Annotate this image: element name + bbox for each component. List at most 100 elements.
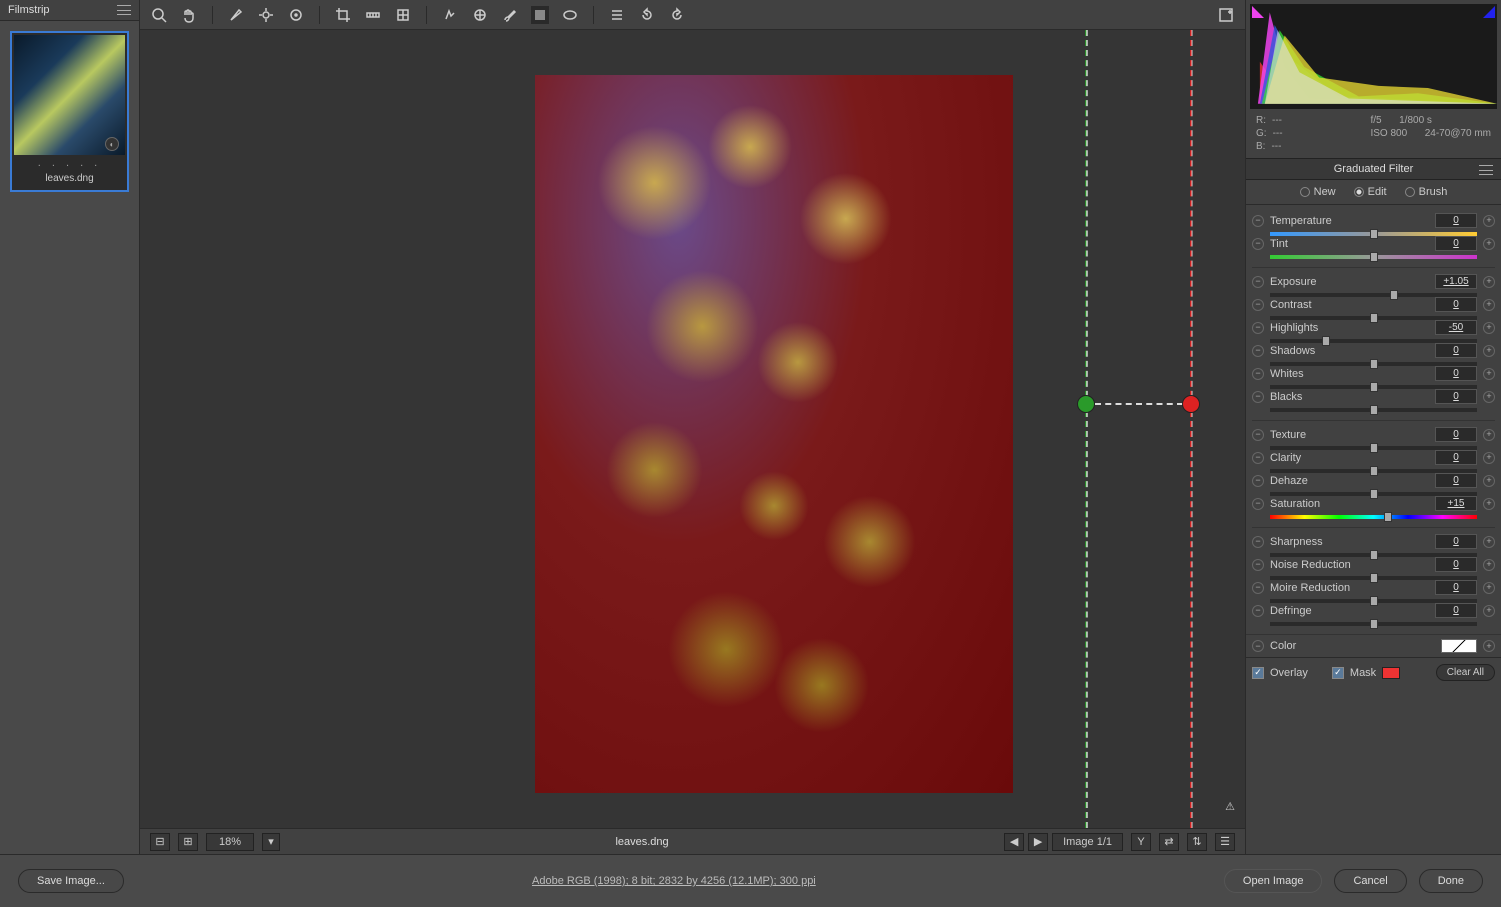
adjustment-brush-tool-icon[interactable] [501, 6, 519, 24]
hand-tool-icon[interactable] [180, 6, 198, 24]
saturation-value[interactable]: +15 [1435, 496, 1477, 511]
clarity-value[interactable]: 0 [1435, 450, 1477, 465]
whites-value[interactable]: 0 [1435, 366, 1477, 381]
thumbnail-rating-dots[interactable]: . . . . . [14, 155, 125, 171]
temperature-minus-icon[interactable]: − [1252, 215, 1264, 227]
dehaze-value[interactable]: 0 [1435, 473, 1477, 488]
next-image-icon[interactable]: ▶ [1028, 833, 1048, 851]
contrast-slider[interactable] [1270, 316, 1477, 320]
saturation-slider[interactable] [1270, 515, 1477, 519]
exposure-minus-icon[interactable]: − [1252, 276, 1264, 288]
moire-slider[interactable] [1270, 599, 1477, 603]
clarity-slider-handle[interactable] [1370, 466, 1378, 476]
filmstrip-thumbnail[interactable]: ◐ . . . . . leaves.dng [10, 31, 129, 192]
exposure-plus-icon[interactable]: + [1483, 276, 1495, 288]
contrast-minus-icon[interactable]: − [1252, 299, 1264, 311]
whites-plus-icon[interactable]: + [1483, 368, 1495, 380]
highlight-clip-warning-icon[interactable] [1483, 6, 1495, 18]
overlay-checkbox[interactable]: ✓ [1252, 667, 1264, 679]
texture-value[interactable]: 0 [1435, 427, 1477, 442]
texture-slider[interactable] [1270, 446, 1477, 450]
mask-color-swatch[interactable] [1382, 667, 1400, 679]
shadows-minus-icon[interactable]: − [1252, 345, 1264, 357]
blacks-plus-icon[interactable]: + [1483, 391, 1495, 403]
highlights-slider-handle[interactable] [1322, 336, 1330, 346]
warning-icon[interactable]: ⚠ [1225, 800, 1235, 813]
highlights-minus-icon[interactable]: − [1252, 322, 1264, 334]
tint-plus-icon[interactable]: + [1483, 238, 1495, 250]
mode-edit[interactable]: Edit [1354, 186, 1387, 198]
exposure-slider[interactable] [1270, 293, 1477, 297]
moire-slider-handle[interactable] [1370, 596, 1378, 606]
noise-minus-icon[interactable]: − [1252, 559, 1264, 571]
shadows-value[interactable]: 0 [1435, 343, 1477, 358]
texture-slider-handle[interactable] [1370, 443, 1378, 453]
open-image-button[interactable]: Open Image [1224, 869, 1323, 893]
done-button[interactable]: Done [1419, 869, 1483, 893]
contrast-value[interactable]: 0 [1435, 297, 1477, 312]
panel-menu-icon[interactable] [1479, 165, 1493, 175]
texture-minus-icon[interactable]: − [1252, 429, 1264, 441]
noise-slider[interactable] [1270, 576, 1477, 580]
noise-value[interactable]: 0 [1435, 557, 1477, 572]
blacks-value[interactable]: 0 [1435, 389, 1477, 404]
dehaze-slider-handle[interactable] [1370, 489, 1378, 499]
noise-plus-icon[interactable]: + [1483, 559, 1495, 571]
shadow-clip-warning-icon[interactable] [1252, 6, 1264, 18]
whites-slider[interactable] [1270, 385, 1477, 389]
spot-removal-tool-icon[interactable] [441, 6, 459, 24]
defringe-plus-icon[interactable]: + [1483, 605, 1495, 617]
targeted-adjustment-tool-icon[interactable] [287, 6, 305, 24]
clarity-minus-icon[interactable]: − [1252, 452, 1264, 464]
mask-checkbox[interactable]: ✓ [1332, 667, 1344, 679]
defringe-minus-icon[interactable]: − [1252, 605, 1264, 617]
saturation-minus-icon[interactable]: − [1252, 498, 1264, 510]
whites-slider-handle[interactable] [1370, 382, 1378, 392]
color-swatch[interactable] [1441, 639, 1477, 653]
mode-brush[interactable]: Brush [1405, 186, 1448, 198]
temperature-value[interactable]: 0 [1435, 213, 1477, 228]
zoom-tool-icon[interactable] [150, 6, 168, 24]
color-minus-icon[interactable]: − [1252, 640, 1264, 652]
highlights-plus-icon[interactable]: + [1483, 322, 1495, 334]
swap-view-icon[interactable]: ⇅ [1187, 833, 1207, 851]
zoom-dropdown-icon[interactable]: ▾ [262, 833, 280, 851]
sharpness-value[interactable]: 0 [1435, 534, 1477, 549]
tint-slider[interactable] [1270, 255, 1477, 259]
defringe-slider[interactable] [1270, 622, 1477, 626]
cancel-button[interactable]: Cancel [1334, 869, 1406, 893]
noise-slider-handle[interactable] [1370, 573, 1378, 583]
contrast-slider-handle[interactable] [1370, 313, 1378, 323]
sharpness-slider[interactable] [1270, 553, 1477, 557]
preferences-icon[interactable] [608, 6, 626, 24]
temperature-slider-handle[interactable] [1370, 229, 1378, 239]
crop-tool-icon[interactable] [334, 6, 352, 24]
clear-all-button[interactable]: Clear All [1436, 664, 1495, 681]
blacks-slider[interactable] [1270, 408, 1477, 412]
defringe-slider-handle[interactable] [1370, 619, 1378, 629]
contrast-plus-icon[interactable]: + [1483, 299, 1495, 311]
white-balance-tool-icon[interactable] [227, 6, 245, 24]
histogram[interactable] [1250, 4, 1497, 109]
whites-minus-icon[interactable]: − [1252, 368, 1264, 380]
gradient-start-line[interactable] [1085, 30, 1087, 828]
save-image-button[interactable]: Save Image... [18, 869, 124, 893]
image-canvas[interactable]: ⚠ [140, 30, 1245, 828]
dehaze-plus-icon[interactable]: + [1483, 475, 1495, 487]
gradient-end-handle[interactable] [1182, 395, 1200, 413]
highlights-slider[interactable] [1270, 339, 1477, 343]
sharpness-slider-handle[interactable] [1370, 550, 1378, 560]
zoom-level[interactable]: 18% [206, 833, 254, 851]
filmstrip-menu-icon[interactable] [117, 5, 131, 15]
shadows-slider[interactable] [1270, 362, 1477, 366]
before-after-icon[interactable]: Y [1131, 833, 1151, 851]
gradient-start-handle[interactable] [1077, 395, 1095, 413]
exposure-slider-handle[interactable] [1390, 290, 1398, 300]
shadows-slider-handle[interactable] [1370, 359, 1378, 369]
clarity-plus-icon[interactable]: + [1483, 452, 1495, 464]
moire-value[interactable]: 0 [1435, 580, 1477, 595]
rotate-cw-icon[interactable] [668, 6, 686, 24]
dehaze-minus-icon[interactable]: − [1252, 475, 1264, 487]
texture-plus-icon[interactable]: + [1483, 429, 1495, 441]
settings-sliders-icon[interactable]: ☰ [1215, 833, 1235, 851]
